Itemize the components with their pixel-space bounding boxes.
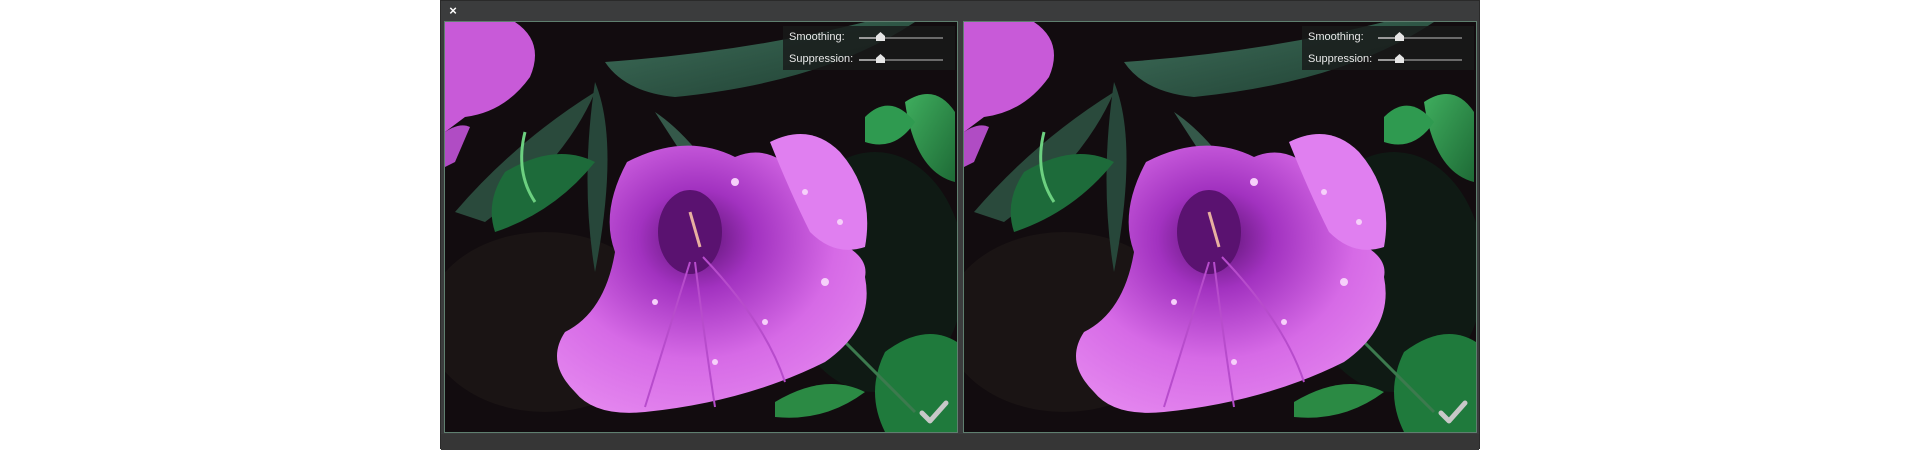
flower-photo bbox=[964, 22, 1476, 432]
suppression-label: Suppression: bbox=[1308, 53, 1373, 65]
suppression-label: Suppression: bbox=[789, 53, 854, 65]
flower-photo bbox=[445, 22, 957, 432]
checkmark-icon[interactable] bbox=[1438, 398, 1468, 426]
suppression-slider-thumb[interactable] bbox=[876, 54, 885, 63]
smoothing-slider-thumb[interactable] bbox=[876, 32, 885, 41]
smoothing-slider-thumb[interactable] bbox=[1395, 32, 1404, 41]
title-bar: × bbox=[441, 1, 1479, 21]
dialog-footer bbox=[441, 434, 1479, 450]
smoothing-slider[interactable] bbox=[859, 32, 943, 41]
smoothing-label: Smoothing: bbox=[789, 31, 845, 43]
preview-after[interactable]: Smoothing: Suppression: bbox=[963, 21, 1477, 433]
checkmark-icon[interactable] bbox=[919, 398, 949, 426]
smoothing-label: Smoothing: bbox=[1308, 31, 1364, 43]
smoothing-slider[interactable] bbox=[1378, 32, 1462, 41]
adjustment-controls: Smoothing: Suppression: bbox=[783, 26, 955, 70]
noise-reduction-dialog: × Smoothing: Suppression: Smoothing: Sup… bbox=[440, 0, 1480, 450]
suppression-slider[interactable] bbox=[859, 54, 943, 63]
adjustment-controls: Smoothing: Suppression: bbox=[1302, 26, 1474, 70]
suppression-slider-thumb[interactable] bbox=[1395, 54, 1404, 63]
suppression-slider[interactable] bbox=[1378, 54, 1462, 63]
preview-before[interactable]: Smoothing: Suppression: bbox=[444, 21, 958, 433]
close-button[interactable]: × bbox=[446, 4, 460, 18]
